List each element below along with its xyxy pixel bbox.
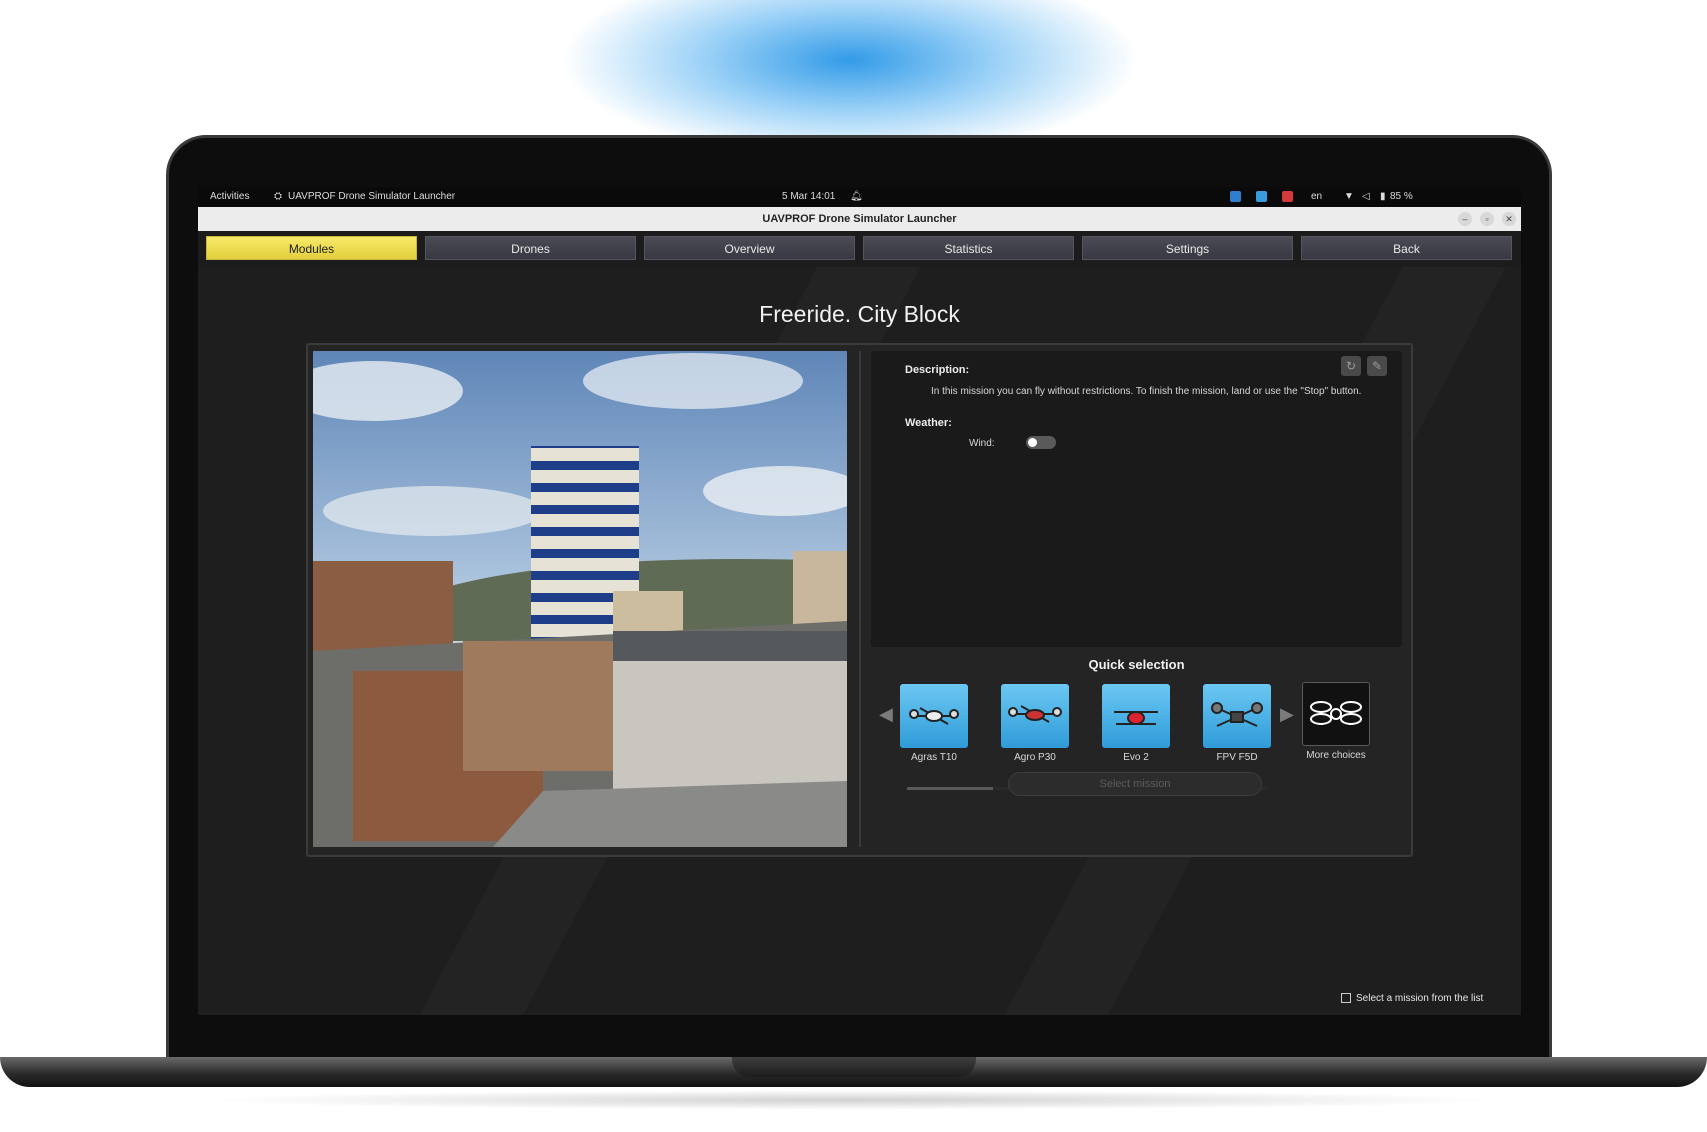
volume-icon[interactable]: ◁: [1362, 191, 1370, 202]
mission-preview-image: [313, 351, 847, 847]
drone-icon: [1114, 711, 1158, 725]
drone-card-agro-p30[interactable]: [1001, 684, 1069, 748]
tray-app-icon[interactable]: [1282, 191, 1293, 202]
drone-icon: [1211, 702, 1263, 727]
refresh-icon[interactable]: ↻: [1341, 356, 1361, 376]
window-title: UAVPROF Drone Simulator Launcher: [762, 213, 957, 225]
tab-drones[interactable]: Drones: [425, 236, 636, 260]
city-scene: [313, 353, 847, 847]
description-box: Description: In this mission you can fly…: [871, 351, 1402, 647]
wind-toggle[interactable]: [1026, 436, 1056, 449]
drone-card-evo-2[interactable]: [1102, 684, 1170, 748]
tab-statistics[interactable]: Statistics: [863, 236, 1074, 260]
battery-icon[interactable]: ▮: [1380, 191, 1386, 202]
tray-app-icon[interactable]: [1230, 191, 1241, 202]
clock[interactable]: 5 Mar 14:01: [782, 191, 835, 202]
wind-label: Wind:: [969, 438, 995, 449]
drone-card-agras-t10[interactable]: [900, 684, 968, 748]
scrollbar-thumb[interactable]: [907, 787, 993, 790]
drone-icon: [909, 707, 959, 725]
status-hint-text: Select a mission from the list: [1356, 993, 1484, 1004]
close-button[interactable]: ✕: [1502, 212, 1516, 226]
scroll-left-arrow-icon[interactable]: ◀: [879, 704, 893, 725]
toggle-knob: [1028, 438, 1037, 447]
minimize-button[interactable]: –: [1458, 212, 1472, 226]
panel-divider: [859, 351, 861, 847]
tab-overview[interactable]: Overview: [644, 236, 855, 260]
main-nav: Modules Drones Overview Statistics Setti…: [206, 236, 1513, 260]
window-titlebar[interactable]: UAVPROF Drone Simulator Launcher – ▫ ✕: [198, 207, 1521, 231]
system-bar: Activities ⛭ UAVPROF Drone Simulator Lau…: [198, 187, 1521, 207]
tray-app-icon[interactable]: [1256, 191, 1267, 202]
screen: Activities ⛭ UAVPROF Drone Simulator Lau…: [198, 187, 1521, 1015]
tab-back[interactable]: Back: [1301, 236, 1512, 260]
drone-card-fpv-f5d[interactable]: [1203, 684, 1271, 748]
tab-settings[interactable]: Settings: [1082, 236, 1293, 260]
app-indicator-icon: ⛭: [274, 191, 282, 202]
status-hint: Select a mission from the list: [1341, 993, 1483, 1004]
wifi-icon[interactable]: ▼: [1344, 191, 1354, 202]
battery-percent: 85 %: [1390, 191, 1413, 202]
page-title: Freeride. City Block: [759, 301, 960, 327]
app-indicator-label[interactable]: UAVPROF Drone Simulator Launcher: [288, 191, 455, 202]
drone-name: Agro P30: [1014, 752, 1056, 763]
weather-label: Weather:: [905, 417, 952, 429]
edit-icon[interactable]: ✎: [1367, 356, 1387, 376]
quick-selection-title: Quick selection: [1088, 657, 1185, 672]
description-label: Description:: [905, 364, 970, 376]
drone-name: Agras T10: [911, 752, 957, 763]
drone-outline-icon: [1310, 701, 1362, 725]
drone-name: FPV F5D: [1216, 752, 1258, 763]
more-choices-button[interactable]: [1302, 682, 1370, 746]
laptop-shadow: [200, 1090, 1507, 1110]
drone-icon: [1008, 705, 1062, 723]
description-text: In this mission you can fly without rest…: [931, 386, 1362, 397]
tab-modules[interactable]: Modules: [206, 236, 417, 260]
select-mission-button[interactable]: Select mission: [1008, 772, 1262, 796]
scroll-right-arrow-icon[interactable]: ▶: [1280, 704, 1294, 725]
drone-name: Evo 2: [1123, 752, 1149, 763]
restore-button[interactable]: ▫: [1480, 212, 1494, 226]
activities-button[interactable]: Activities: [210, 191, 249, 202]
language-indicator[interactable]: en: [1311, 191, 1322, 202]
laptop-notch: [732, 1057, 976, 1077]
bell-icon: 🔔︎: [850, 191, 863, 202]
checkbox-icon: [1341, 993, 1351, 1004]
more-choices-label: More choices: [1306, 750, 1366, 761]
